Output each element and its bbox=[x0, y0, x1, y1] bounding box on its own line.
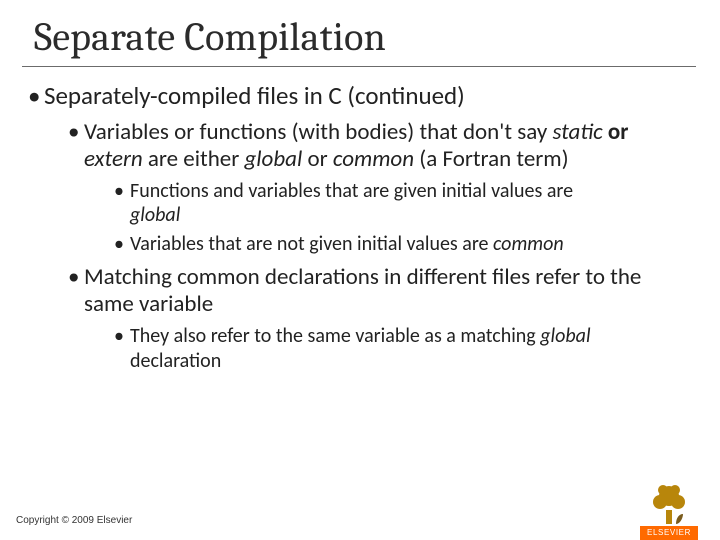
bullet-level-1: Separately-compiled files in C (continue… bbox=[28, 81, 720, 373]
bullet-item: Matching common declarations in differen… bbox=[68, 264, 720, 373]
text: Functions and variables that are given i… bbox=[130, 179, 573, 203]
keyword-global: global bbox=[244, 145, 302, 173]
bullet-item: Variables that are not given initial val… bbox=[114, 232, 672, 256]
keyword-extern: extern bbox=[84, 145, 143, 173]
keyword-common: common bbox=[333, 145, 414, 173]
slide-title: Separate Compilation bbox=[34, 14, 720, 60]
text: declaration bbox=[130, 349, 221, 373]
text: Matching common declarations in differen… bbox=[84, 263, 641, 318]
keyword-global: global bbox=[130, 203, 180, 227]
tree-icon bbox=[646, 480, 692, 524]
elsevier-logo: ELSEVIER bbox=[640, 480, 698, 540]
text: or bbox=[603, 118, 629, 146]
bullet-level-3: They also refer to the same variable as … bbox=[114, 324, 672, 373]
text: or bbox=[302, 145, 333, 173]
copyright-text: Copyright © 2009 Elsevier bbox=[16, 515, 132, 526]
keyword-global: global bbox=[540, 324, 590, 348]
text: (a Fortran term) bbox=[414, 145, 569, 173]
title-underline bbox=[22, 66, 696, 67]
slide: Separate Compilation Separately-compiled… bbox=[0, 14, 720, 540]
bullet-item: Separately-compiled files in C (continue… bbox=[28, 81, 720, 373]
keyword-static: static bbox=[552, 118, 602, 146]
bullet-item: Variables or functions (with bodies) tha… bbox=[68, 119, 720, 256]
text: Variables or functions (with bodies) tha… bbox=[84, 118, 552, 146]
bullet-item: They also refer to the same variable as … bbox=[114, 324, 672, 373]
bullet-item: Functions and variables that are given i… bbox=[114, 179, 672, 228]
keyword-common: common bbox=[493, 232, 564, 256]
bullet-level-3: Functions and variables that are given i… bbox=[114, 179, 672, 256]
bullet-level-2: Variables or functions (with bodies) tha… bbox=[68, 119, 720, 373]
bullet-text: Separately-compiled files in C (continue… bbox=[44, 80, 465, 111]
text: are either bbox=[143, 145, 245, 173]
text: They also refer to the same variable as … bbox=[130, 324, 540, 348]
logo-label: ELSEVIER bbox=[640, 526, 698, 540]
text: Variables that are not given initial val… bbox=[130, 232, 493, 256]
